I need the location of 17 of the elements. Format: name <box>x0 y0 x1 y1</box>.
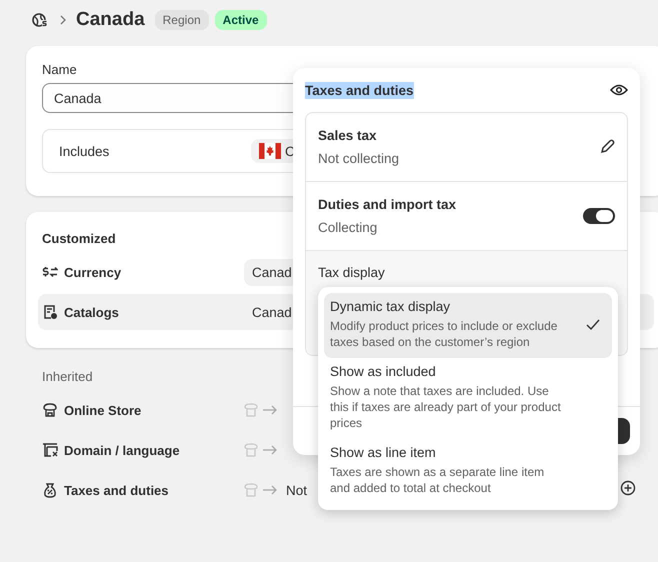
page-title: Canada <box>76 9 145 31</box>
section-heading: Customized <box>41 231 116 246</box>
setting-label: Online Store <box>64 402 142 418</box>
setting-label: Taxes and duties <box>64 482 170 498</box>
status-badge: Active <box>214 10 267 30</box>
includes-label: Includes <box>59 144 110 158</box>
field-label: Tax display <box>318 265 386 280</box>
section-heading: Inherited <box>42 369 93 384</box>
setting-title: Duties and import tax <box>318 197 456 212</box>
field-label: Name <box>42 62 78 77</box>
setting-label: Domain / language <box>64 442 181 458</box>
setting-status: Not collecting <box>318 151 400 166</box>
setting-title: Sales tax <box>318 128 378 143</box>
setting-status: Collecting <box>318 220 378 235</box>
popover-title: Taxes and duties <box>305 82 414 98</box>
setting-value: Not <box>286 482 308 498</box>
status-badge: Region <box>154 10 209 30</box>
